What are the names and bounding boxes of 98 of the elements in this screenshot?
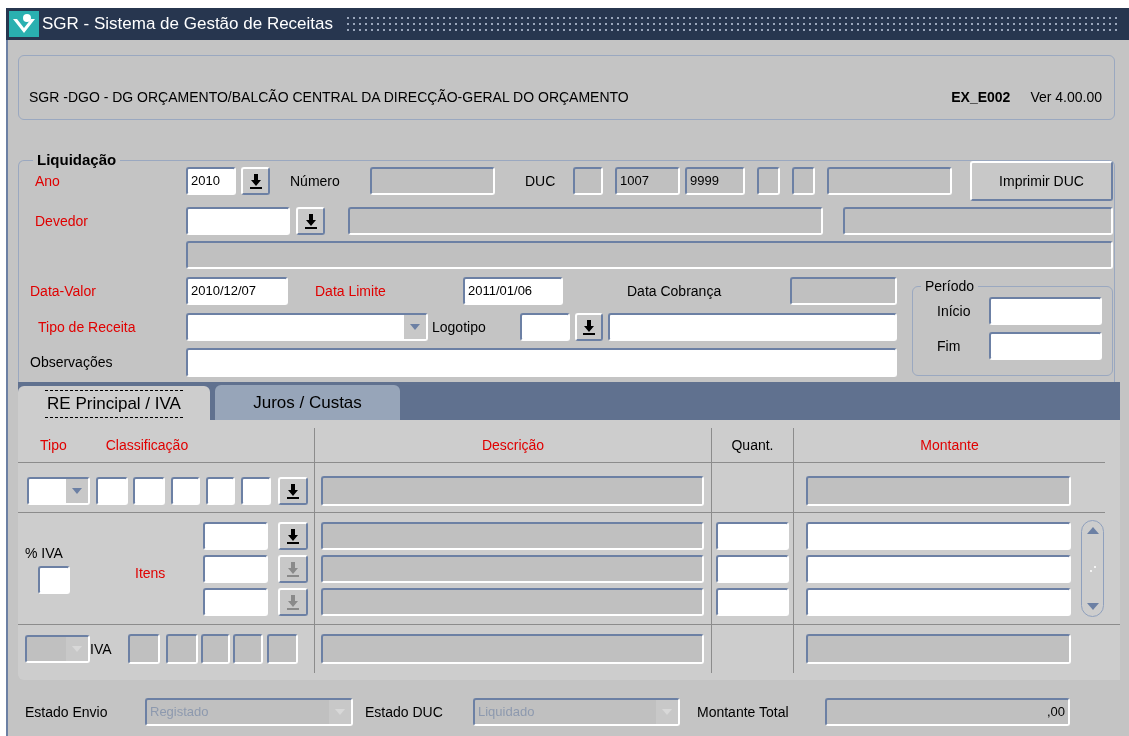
caret-icon bbox=[72, 487, 82, 494]
input-field[interactable] bbox=[203, 587, 268, 616]
input-field[interactable] bbox=[128, 634, 160, 664]
down-arrow-icon bbox=[1086, 603, 1099, 610]
input-field[interactable] bbox=[716, 554, 789, 583]
input-field[interactable] bbox=[792, 167, 815, 195]
field-label: Data Limite bbox=[315, 281, 387, 301]
list-button[interactable] bbox=[278, 521, 308, 550]
input-field[interactable]: 9999 bbox=[685, 167, 745, 195]
arrow-down-to-line-icon bbox=[582, 319, 596, 335]
field-label: Tipo bbox=[40, 435, 67, 455]
caret-icon bbox=[410, 324, 420, 330]
input-field[interactable] bbox=[241, 476, 271, 505]
field-label: DUC bbox=[525, 171, 557, 191]
arrow-down-to-line-icon bbox=[286, 527, 300, 544]
input-field[interactable] bbox=[806, 634, 1071, 664]
field-label: Logotipo bbox=[432, 317, 487, 337]
form-code: EX_E002 bbox=[951, 88, 1011, 107]
input-field[interactable] bbox=[203, 554, 268, 583]
field-label: Fim bbox=[937, 336, 962, 356]
print-duc-button[interactable]: Imprimir DUC bbox=[970, 161, 1113, 201]
field-label: Tipo de Receita bbox=[38, 317, 137, 337]
input-field[interactable] bbox=[186, 207, 290, 235]
input-field[interactable] bbox=[267, 634, 298, 664]
input-field[interactable] bbox=[573, 167, 603, 195]
input-field[interactable] bbox=[827, 167, 952, 195]
input-field[interactable] bbox=[716, 587, 789, 616]
input-field[interactable] bbox=[806, 475, 1071, 506]
field-label: Descrição bbox=[481, 435, 545, 455]
field-label: Data Cobrança bbox=[627, 281, 723, 301]
input-field[interactable] bbox=[806, 554, 1071, 583]
tab[interactable]: RE Principal / IVA bbox=[18, 386, 210, 422]
input-field[interactable] bbox=[520, 313, 570, 341]
list-button[interactable] bbox=[575, 313, 603, 341]
input-field[interactable] bbox=[608, 313, 897, 341]
input-field[interactable] bbox=[757, 167, 780, 195]
input-field[interactable] bbox=[96, 476, 128, 505]
arrow-down-to-line-icon bbox=[286, 593, 300, 610]
field-label: Data-Valor bbox=[30, 281, 97, 301]
field-label: Número bbox=[290, 171, 341, 191]
input-field[interactable] bbox=[348, 207, 823, 235]
list-button[interactable] bbox=[296, 207, 325, 235]
input-field[interactable] bbox=[321, 521, 704, 550]
input-field[interactable] bbox=[206, 476, 235, 505]
input-field[interactable] bbox=[171, 476, 200, 505]
input-field[interactable] bbox=[321, 634, 704, 664]
input-field[interactable] bbox=[186, 348, 897, 377]
input-field[interactable] bbox=[321, 587, 704, 616]
version-text: Ver 4.00.00 bbox=[1030, 88, 1102, 107]
input-field[interactable] bbox=[321, 475, 704, 506]
field-label: Quant. bbox=[731, 435, 774, 455]
tab[interactable]: Juros / Custas bbox=[215, 385, 400, 420]
input-field[interactable] bbox=[989, 332, 1102, 360]
field-label: Início bbox=[937, 301, 972, 321]
organization-name: SGR -DGO - DG ORÇAMENTO/BALCÃO CENTRAL DA DIRECÇÃO-GERAL DO ORÇAMENTO bbox=[29, 88, 629, 107]
input-field[interactable] bbox=[370, 167, 495, 195]
input-field[interactable] bbox=[321, 554, 704, 583]
input-field[interactable] bbox=[186, 241, 1113, 269]
input-field[interactable]: 2011/01/06 bbox=[463, 277, 563, 305]
input-field[interactable] bbox=[843, 207, 1113, 235]
grip-icon bbox=[1088, 564, 1097, 573]
input-field[interactable] bbox=[166, 634, 198, 664]
field-label: % IVA bbox=[25, 544, 64, 563]
input-field[interactable]: ,00 bbox=[825, 698, 1070, 726]
dropdown-field[interactable] bbox=[186, 313, 428, 341]
arrow-down-to-line-icon bbox=[303, 213, 318, 229]
input-field[interactable] bbox=[989, 297, 1102, 325]
up-arrow-icon bbox=[1086, 527, 1099, 534]
input-field[interactable] bbox=[38, 566, 70, 594]
field-label: Estado Envio bbox=[25, 702, 109, 722]
input-field[interactable]: 1007 bbox=[615, 167, 680, 195]
input-field[interactable] bbox=[201, 634, 230, 664]
arrow-down-to-line-icon bbox=[286, 560, 300, 577]
field-label: Ano bbox=[35, 171, 61, 191]
field-label: Montante Total bbox=[697, 702, 790, 722]
input-field[interactable]: 2010/12/07 bbox=[186, 277, 288, 305]
input-field[interactable] bbox=[133, 476, 165, 505]
dropdown-field[interactable] bbox=[27, 476, 90, 505]
arrow-down-to-line-icon bbox=[248, 173, 263, 189]
field-label: Devedor bbox=[35, 211, 89, 231]
field-label: Estado DUC bbox=[365, 702, 444, 722]
field-label: Classificação bbox=[105, 435, 189, 455]
field-label: Observações bbox=[30, 353, 114, 372]
input-field[interactable] bbox=[790, 277, 897, 305]
input-field[interactable] bbox=[806, 587, 1071, 616]
field-label: Montante bbox=[920, 435, 979, 455]
window-title: SGR - Sistema de Gestão de Receitas bbox=[42, 13, 334, 36]
field-label: IVA bbox=[90, 639, 113, 659]
input-field[interactable] bbox=[203, 521, 268, 550]
list-button[interactable] bbox=[278, 476, 308, 505]
input-field[interactable] bbox=[233, 634, 263, 664]
arrow-down-to-line-icon bbox=[286, 482, 300, 499]
input-field[interactable] bbox=[806, 521, 1071, 550]
list-button[interactable] bbox=[241, 167, 270, 195]
input-field[interactable] bbox=[716, 521, 789, 550]
input-field[interactable]: 2010 bbox=[186, 167, 236, 195]
app-icon bbox=[9, 11, 39, 37]
field-label: Itens bbox=[135, 564, 167, 583]
